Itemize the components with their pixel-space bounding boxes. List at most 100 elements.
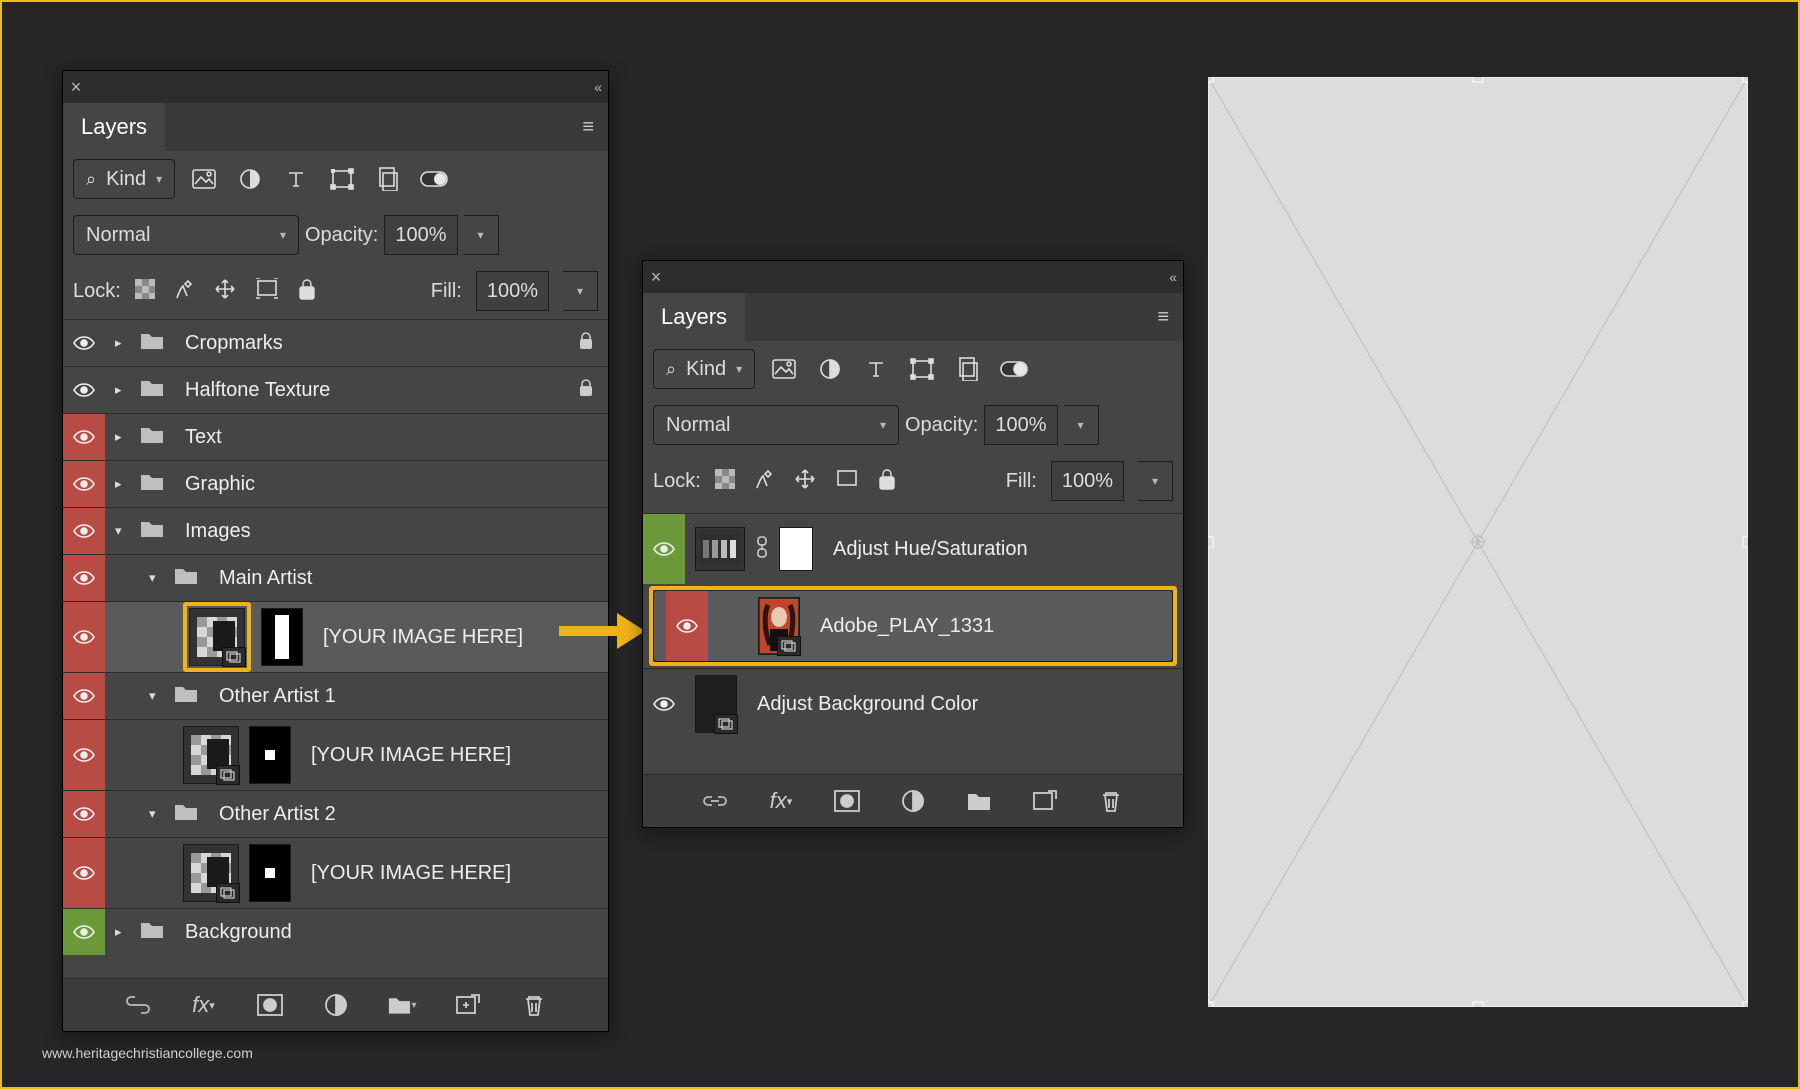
layer-row[interactable]: ▸Text — [63, 413, 608, 460]
filter-adjustment-icon[interactable] — [813, 352, 847, 386]
adjustment-thumbnail[interactable] — [695, 527, 745, 571]
layer-thumbnail[interactable] — [758, 597, 800, 655]
filter-shape-icon[interactable] — [325, 162, 359, 196]
layer-name[interactable]: Graphic — [185, 473, 255, 496]
panel-menu-icon[interactable]: ≡ — [568, 116, 608, 139]
layer-mask-thumbnail[interactable] — [249, 726, 291, 784]
layer-row[interactable]: ▸ Background — [63, 908, 608, 955]
layer-row[interactable]: Adjust Background Color — [643, 668, 1183, 739]
visibility-toggle[interactable] — [643, 669, 685, 739]
layer-name[interactable]: [YOUR IMAGE HERE] — [311, 744, 511, 767]
layer-name[interactable]: Background — [185, 921, 292, 944]
mask-icon[interactable] — [255, 990, 285, 1020]
close-icon[interactable]: × — [63, 77, 89, 98]
new-layer-icon[interactable] — [1030, 786, 1060, 816]
group-icon[interactable] — [964, 786, 994, 816]
filter-type-icon[interactable] — [279, 162, 313, 196]
lock-position-icon[interactable] — [213, 277, 237, 306]
filter-smartobject-icon[interactable] — [371, 162, 405, 196]
collapse-icon[interactable]: « — [584, 79, 608, 95]
lock-icon[interactable] — [578, 332, 594, 355]
chevron-right-icon[interactable]: ▸ — [115, 335, 129, 351]
layer-row[interactable]: [YOUR IMAGE HERE] — [63, 601, 608, 672]
layer-row[interactable]: ▾ Other Artist 2 — [63, 790, 608, 837]
layer-row[interactable]: ▾Other Artist 1 — [63, 672, 608, 719]
layer-name[interactable]: Adobe_PLAY_1331 — [820, 615, 994, 638]
filter-kind-select[interactable]: ⌕ Kind ▾ — [653, 349, 755, 389]
layer-name[interactable]: Other Artist 2 — [219, 803, 336, 826]
layer-mask-thumbnail[interactable] — [779, 527, 813, 571]
lock-artboard-icon[interactable] — [835, 468, 859, 495]
chevron-right-icon[interactable]: ▸ — [115, 924, 129, 940]
visibility-toggle[interactable] — [63, 909, 105, 955]
tab-layers[interactable]: Layers — [643, 293, 745, 341]
layer-row[interactable]: Adjust Hue/Saturation — [643, 513, 1183, 584]
adjustment-icon[interactable] — [898, 786, 928, 816]
lock-artboard-icon[interactable] — [255, 278, 279, 305]
opacity-dropdown[interactable]: ▾ — [464, 215, 499, 255]
filter-kind-select[interactable]: ⌕ Kind ▾ — [73, 159, 175, 199]
filter-type-icon[interactable] — [859, 352, 893, 386]
visibility-toggle[interactable] — [63, 320, 105, 366]
link-icon[interactable] — [755, 536, 769, 563]
chevron-down-icon[interactable]: ▾ — [115, 523, 129, 539]
lock-image-icon[interactable] — [753, 468, 775, 495]
fx-icon[interactable]: fx▾ — [766, 786, 796, 816]
layer-name[interactable]: Cropmarks — [185, 332, 283, 355]
panel-menu-icon[interactable]: ≡ — [1143, 306, 1183, 329]
layer-name[interactable]: Adjust Background Color — [757, 693, 978, 716]
filter-adjustment-icon[interactable] — [233, 162, 267, 196]
fill-value[interactable]: 100% — [1051, 461, 1124, 501]
opacity-dropdown[interactable]: ▾ — [1064, 405, 1099, 445]
chevron-down-icon[interactable]: ▾ — [149, 806, 163, 822]
layer-mask-thumbnail[interactable] — [249, 844, 291, 902]
tab-layers[interactable]: Layers — [63, 103, 165, 151]
visibility-toggle[interactable] — [63, 720, 105, 790]
visibility-toggle[interactable] — [63, 791, 105, 837]
visibility-toggle[interactable] — [63, 414, 105, 460]
filter-smartobject-icon[interactable] — [951, 352, 985, 386]
layer-name[interactable]: Adjust Hue/Saturation — [833, 538, 1028, 561]
layer-row[interactable]: ▸ Graphic — [63, 460, 608, 507]
link-layers-icon[interactable] — [700, 786, 730, 816]
visibility-toggle[interactable] — [63, 673, 105, 719]
opacity-value[interactable]: 100% — [984, 405, 1057, 445]
layer-name[interactable]: Images — [185, 520, 251, 543]
collapse-icon[interactable]: « — [1159, 269, 1183, 285]
chevron-right-icon[interactable]: ▸ — [115, 476, 129, 492]
fx-icon[interactable]: fx▾ — [189, 990, 219, 1020]
canvas-area[interactable] — [1208, 77, 1748, 1007]
layer-thumbnail[interactable] — [695, 675, 737, 733]
layer-row[interactable]: ▸ Cropmarks — [63, 319, 608, 366]
lock-transparency-icon[interactable] — [715, 469, 735, 494]
filter-pixel-icon[interactable] — [187, 162, 221, 196]
opacity-value[interactable]: 100% — [384, 215, 457, 255]
visibility-toggle[interactable] — [63, 602, 105, 672]
lock-image-icon[interactable] — [173, 278, 195, 305]
layer-name[interactable]: [YOUR IMAGE HERE] — [323, 626, 523, 649]
layer-row[interactable]: [YOUR IMAGE HERE] — [63, 719, 608, 790]
layer-thumbnail[interactable] — [183, 726, 239, 784]
layer-thumbnail[interactable] — [183, 844, 239, 902]
panel2-titlebar[interactable]: × « — [643, 261, 1183, 293]
filter-pixel-icon[interactable] — [767, 352, 801, 386]
layer-row[interactable]: Adobe_PLAY_1331 — [653, 590, 1173, 662]
delete-icon[interactable] — [519, 990, 549, 1020]
blend-mode-select[interactable]: Normal ▾ — [653, 405, 899, 445]
placed-image[interactable] — [1250, 211, 1680, 937]
delete-icon[interactable] — [1096, 786, 1126, 816]
mask-icon[interactable] — [832, 786, 862, 816]
lock-position-icon[interactable] — [793, 467, 817, 496]
fill-value[interactable]: 100% — [476, 271, 549, 311]
layer-row[interactable]: ▾Main Artist — [63, 554, 608, 601]
fill-dropdown[interactable]: ▾ — [1138, 461, 1173, 501]
layer-name[interactable]: [YOUR IMAGE HERE] — [311, 862, 511, 885]
fill-dropdown[interactable]: ▾ — [563, 271, 598, 311]
layer-name[interactable]: Text — [185, 426, 222, 449]
lock-all-icon[interactable] — [297, 278, 317, 305]
chevron-right-icon[interactable]: ▸ — [115, 382, 129, 398]
lock-all-icon[interactable] — [877, 468, 897, 495]
visibility-toggle[interactable] — [63, 555, 105, 601]
layer-row[interactable]: ▾ Images — [63, 507, 608, 554]
layer-name[interactable]: Other Artist 1 — [219, 685, 336, 708]
